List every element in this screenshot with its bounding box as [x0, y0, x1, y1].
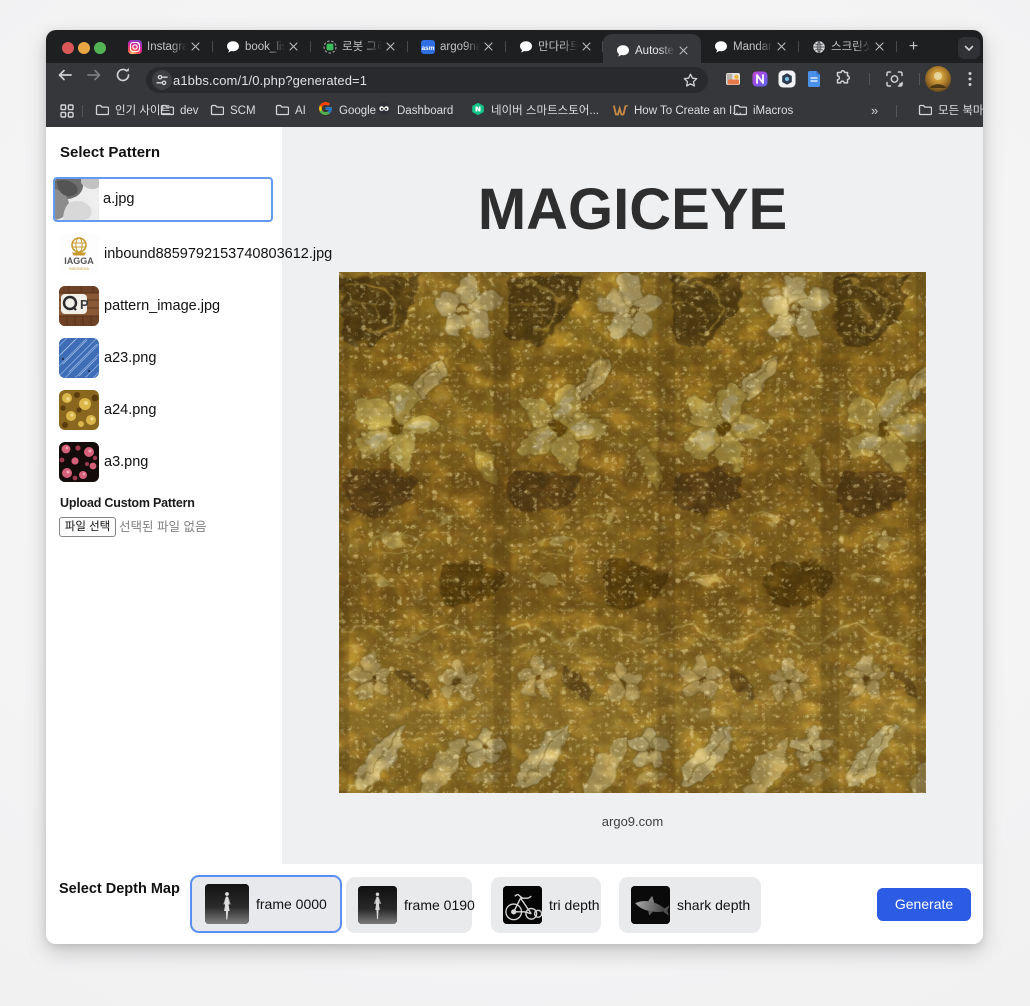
svg-text:asm: asm — [421, 44, 434, 51]
svg-text:P: P — [80, 297, 89, 312]
svg-text:IAGGA: IAGGA — [64, 256, 94, 266]
svg-text:INDONESIA: INDONESIA — [69, 267, 89, 271]
